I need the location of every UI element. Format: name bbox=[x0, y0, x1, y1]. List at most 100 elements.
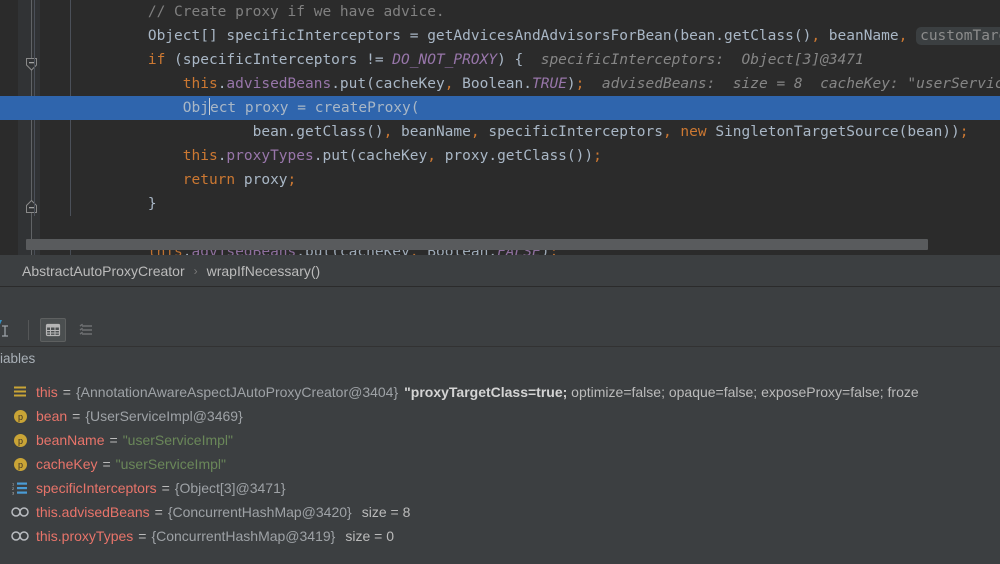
tab-variables[interactable]: Variables bbox=[0, 346, 43, 370]
chevron-right-icon: › bbox=[193, 263, 198, 278]
variable-equals: = bbox=[161, 480, 170, 496]
line-close-brace-text: } bbox=[78, 196, 157, 212]
code-token: beanName bbox=[820, 28, 899, 44]
tab-variables-label: Variables bbox=[0, 350, 36, 366]
variable-row[interactable]: 1 2 3 specificInterceptors = {Object[3]@3471} bbox=[0, 476, 1000, 500]
indent-guide bbox=[70, 192, 71, 216]
indent-guide bbox=[34, 24, 35, 48]
variable-row[interactable]: p cacheKey = "userServiceImpl" bbox=[0, 452, 1000, 476]
code-token: return bbox=[182, 172, 236, 188]
svg-text:p: p bbox=[17, 460, 22, 470]
variable-string-value: "userServiceImpl" bbox=[122, 432, 233, 448]
code-token: , bbox=[470, 124, 480, 140]
inline-debug-hint: specificInterceptors: Object[3]@3471 bbox=[523, 52, 864, 68]
parameter-hint-chip: customTargetSource bbox=[916, 27, 1000, 45]
code-token: ; bbox=[593, 148, 602, 164]
variable-row[interactable]: p beanName = "userServiceImpl" bbox=[0, 428, 1000, 452]
line-create-proxy[interactable]: Object proxy = createProxy( bbox=[0, 96, 1000, 120]
line-comment[interactable]: // Create proxy if we have advice. bbox=[0, 0, 1000, 24]
line-advised-beans-put[interactable]: this.advisedBeans.put(cacheKey, Boolean.… bbox=[0, 72, 1000, 96]
line-proxy-types-put-text: this.proxyTypes.put(cacheKey, proxy.getC… bbox=[78, 148, 602, 164]
line-specific-interceptors-text: Object[] specificInterceptors = getAdvic… bbox=[78, 27, 1000, 45]
variable-equals: = bbox=[62, 384, 71, 400]
code-token: (specificInterceptors != bbox=[165, 52, 393, 68]
indent-guide bbox=[70, 144, 71, 168]
code-token: .put(cacheKey bbox=[331, 76, 445, 92]
line-blank[interactable] bbox=[0, 216, 1000, 240]
code-editor[interactable]: // Create proxy if we have advice. Objec… bbox=[0, 0, 1000, 255]
indent-guide bbox=[34, 0, 35, 24]
code-lines[interactable]: // Create proxy if we have advice. Objec… bbox=[0, 0, 1000, 255]
line-specific-interceptors[interactable]: Object[] specificInterceptors = getAdvic… bbox=[0, 24, 1000, 48]
group-by-type-button[interactable] bbox=[74, 318, 100, 342]
code-token: Object[] specificInterceptors = getAdvic… bbox=[147, 28, 812, 44]
code-token: advisedBeans bbox=[226, 76, 332, 92]
line-create-proxy-args[interactable]: bean.getClass(), beanName, specificInter… bbox=[0, 120, 1000, 144]
breadcrumb-method[interactable]: wrapIfNecessary() bbox=[207, 263, 321, 279]
svg-text:p: p bbox=[17, 412, 22, 422]
code-token: ; bbox=[287, 172, 297, 188]
code-token: ) bbox=[566, 76, 576, 92]
editor-horizontal-scrollbar[interactable] bbox=[18, 239, 1000, 250]
line-close-brace[interactable]: } bbox=[0, 192, 1000, 216]
variable-name: this.advisedBeans bbox=[36, 504, 150, 520]
line-create-proxy-args-text: bean.getClass(), beanName, specificInter… bbox=[78, 124, 969, 140]
indent-guide bbox=[70, 120, 71, 144]
code-token: , bbox=[427, 148, 436, 164]
array-list-icon: 123 bbox=[10, 480, 30, 496]
variable-row[interactable]: this.advisedBeans = {ConcurrentHashMap@342… bbox=[0, 500, 1000, 524]
variables-list[interactable]: this = {AnnotationAwareAspectJAutoProxyCre… bbox=[0, 380, 1000, 564]
text-caret bbox=[208, 98, 210, 115]
code-token: Boolean. bbox=[453, 76, 532, 92]
variable-string-tail: optimize=false; opaque=false; exposeProx… bbox=[567, 384, 919, 400]
code-token: beanName bbox=[392, 124, 471, 140]
code-token: Obj bbox=[182, 100, 209, 116]
variable-name: specificInterceptors bbox=[36, 480, 157, 496]
parameter-p-icon: p bbox=[10, 456, 30, 472]
variable-string-value: "userServiceImpl" bbox=[115, 456, 226, 472]
variable-row[interactable]: this.proxyTypes = {ConcurrentHashMap@3419}… bbox=[0, 524, 1000, 548]
code-token: this bbox=[182, 148, 218, 164]
code-token: proxyTypes bbox=[226, 148, 314, 164]
indent-guide bbox=[34, 168, 35, 192]
code-token: proxy bbox=[235, 172, 288, 188]
variable-value: {Object[3]@3471} bbox=[174, 480, 286, 496]
indent-guide bbox=[34, 48, 35, 72]
indent-guide bbox=[70, 0, 71, 24]
parameter-p-icon: p bbox=[10, 432, 30, 448]
toolbar-divider bbox=[28, 320, 29, 340]
line-if-text: if (specificInterceptors != DO_NOT_PROXY… bbox=[78, 52, 864, 68]
line-create-proxy-text: Object proxy = createProxy( bbox=[78, 98, 419, 116]
code-token: SingletonTargetSource(bean)) bbox=[706, 124, 960, 140]
parameter-p-icon: p bbox=[10, 408, 30, 424]
variable-name: this.proxyTypes bbox=[36, 528, 134, 544]
line-comment-text: // Create proxy if we have advice. bbox=[78, 4, 445, 20]
variable-equals: = bbox=[138, 528, 147, 544]
scrollbar-thumb[interactable] bbox=[26, 239, 928, 250]
evaluate-expression-button[interactable] bbox=[40, 318, 66, 342]
line-return-proxy[interactable]: return proxy; bbox=[0, 168, 1000, 192]
variable-value: {UserServiceImpl@3469} bbox=[85, 408, 243, 424]
line-advised-beans-put-text: this.advisedBeans.put(cacheKey, Boolean.… bbox=[78, 76, 1000, 92]
variable-row[interactable]: p bean = {UserServiceImpl@3469} bbox=[0, 404, 1000, 428]
variable-row[interactable]: this = {AnnotationAwareAspectJAutoProxyCre… bbox=[0, 380, 1000, 404]
code-token: specificInterceptors bbox=[479, 124, 663, 140]
indent-guide bbox=[70, 72, 71, 96]
code-token: // Create proxy if we have advice. bbox=[147, 4, 445, 20]
line-if[interactable]: if (specificInterceptors != DO_NOT_PROXY… bbox=[0, 48, 1000, 72]
debugger-toolbar[interactable] bbox=[0, 314, 1000, 347]
code-token: new bbox=[680, 124, 707, 140]
variable-equals: = bbox=[109, 432, 118, 448]
svg-text:p: p bbox=[17, 436, 22, 446]
indent-guide bbox=[34, 120, 35, 144]
variable-name: beanName bbox=[36, 432, 105, 448]
watch-glasses-icon bbox=[10, 528, 30, 544]
code-token: ) { bbox=[497, 52, 524, 68]
variable-equals: = bbox=[102, 456, 111, 472]
code-token: ; bbox=[959, 124, 969, 140]
code-token: .put(cacheKey bbox=[313, 148, 428, 164]
line-proxy-types-put[interactable]: this.proxyTypes.put(cacheKey, proxy.getC… bbox=[0, 144, 1000, 168]
watch-glasses-icon bbox=[10, 504, 30, 520]
breadcrumb-class[interactable]: AbstractAutoProxyCreator bbox=[22, 263, 185, 279]
code-token: DO_NOT_PROXY bbox=[392, 52, 498, 68]
